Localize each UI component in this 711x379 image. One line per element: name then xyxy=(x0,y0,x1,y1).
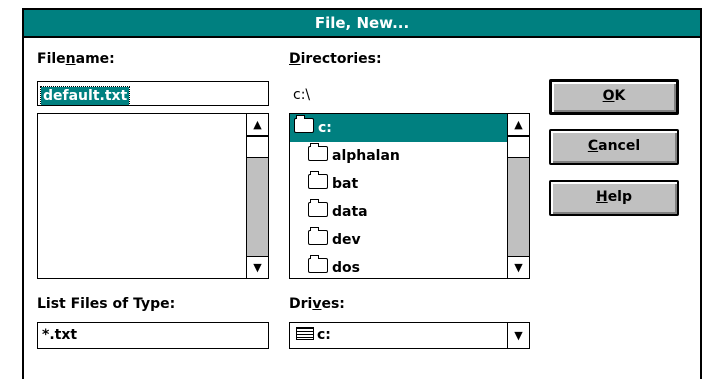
folder-icon xyxy=(308,255,328,273)
scroll-down-arrow-icon[interactable]: ▼ xyxy=(508,256,529,278)
directory-item[interactable]: c: xyxy=(290,114,507,142)
directory-list-scrollbar[interactable]: ▲ ▼ xyxy=(507,114,529,278)
scroll-down-arrow-icon[interactable]: ▼ xyxy=(247,256,268,278)
filename-input[interactable]: default.txt xyxy=(37,81,269,106)
folder-icon xyxy=(308,199,328,217)
directory-item[interactable]: alphalan xyxy=(290,142,507,170)
scroll-up-arrow-icon[interactable]: ▲ xyxy=(247,114,268,136)
cancel-button[interactable]: Cancel xyxy=(549,129,679,165)
filename-label: Filename: xyxy=(37,51,115,67)
ok-button[interactable]: OK xyxy=(549,79,679,115)
directory-item[interactable]: data xyxy=(290,198,507,226)
folder-icon xyxy=(308,227,328,245)
current-path: c:\ xyxy=(293,87,311,103)
scroll-thumb[interactable] xyxy=(247,136,268,158)
drives-label: Drives: xyxy=(289,296,345,312)
scroll-thumb[interactable] xyxy=(508,136,529,158)
file-type-value: *.txt xyxy=(42,327,78,343)
scroll-up-arrow-icon[interactable]: ▲ xyxy=(508,114,529,136)
directories-label: Directories: xyxy=(289,51,382,67)
drives-select[interactable]: c: ▼ xyxy=(289,322,530,349)
file-list[interactable]: ▲ ▼ xyxy=(37,113,269,279)
hard-drive-icon xyxy=(296,327,314,340)
folder-icon xyxy=(308,143,328,161)
directory-item[interactable]: bat xyxy=(290,170,507,198)
file-list-scrollbar[interactable]: ▲ ▼ xyxy=(246,114,268,278)
directory-item[interactable]: dev xyxy=(290,226,507,254)
help-button[interactable]: Help xyxy=(549,180,679,216)
file-type-label: List Files of Type: xyxy=(37,296,176,312)
folder-icon xyxy=(308,171,328,189)
directory-list[interactable]: c: alphalan bat data dev dos ▲ ▼ xyxy=(289,113,530,279)
dialog-title-bar: File, New... xyxy=(22,8,702,38)
dropdown-arrow-icon[interactable]: ▼ xyxy=(507,323,529,348)
dialog-title: File, New... xyxy=(314,14,410,32)
open-folder-icon xyxy=(294,115,314,133)
directory-item[interactable]: dos xyxy=(290,254,507,278)
filename-value: default.txt xyxy=(39,86,131,106)
drives-value: c: xyxy=(317,327,331,343)
file-type-select[interactable]: *.txt xyxy=(37,322,269,349)
